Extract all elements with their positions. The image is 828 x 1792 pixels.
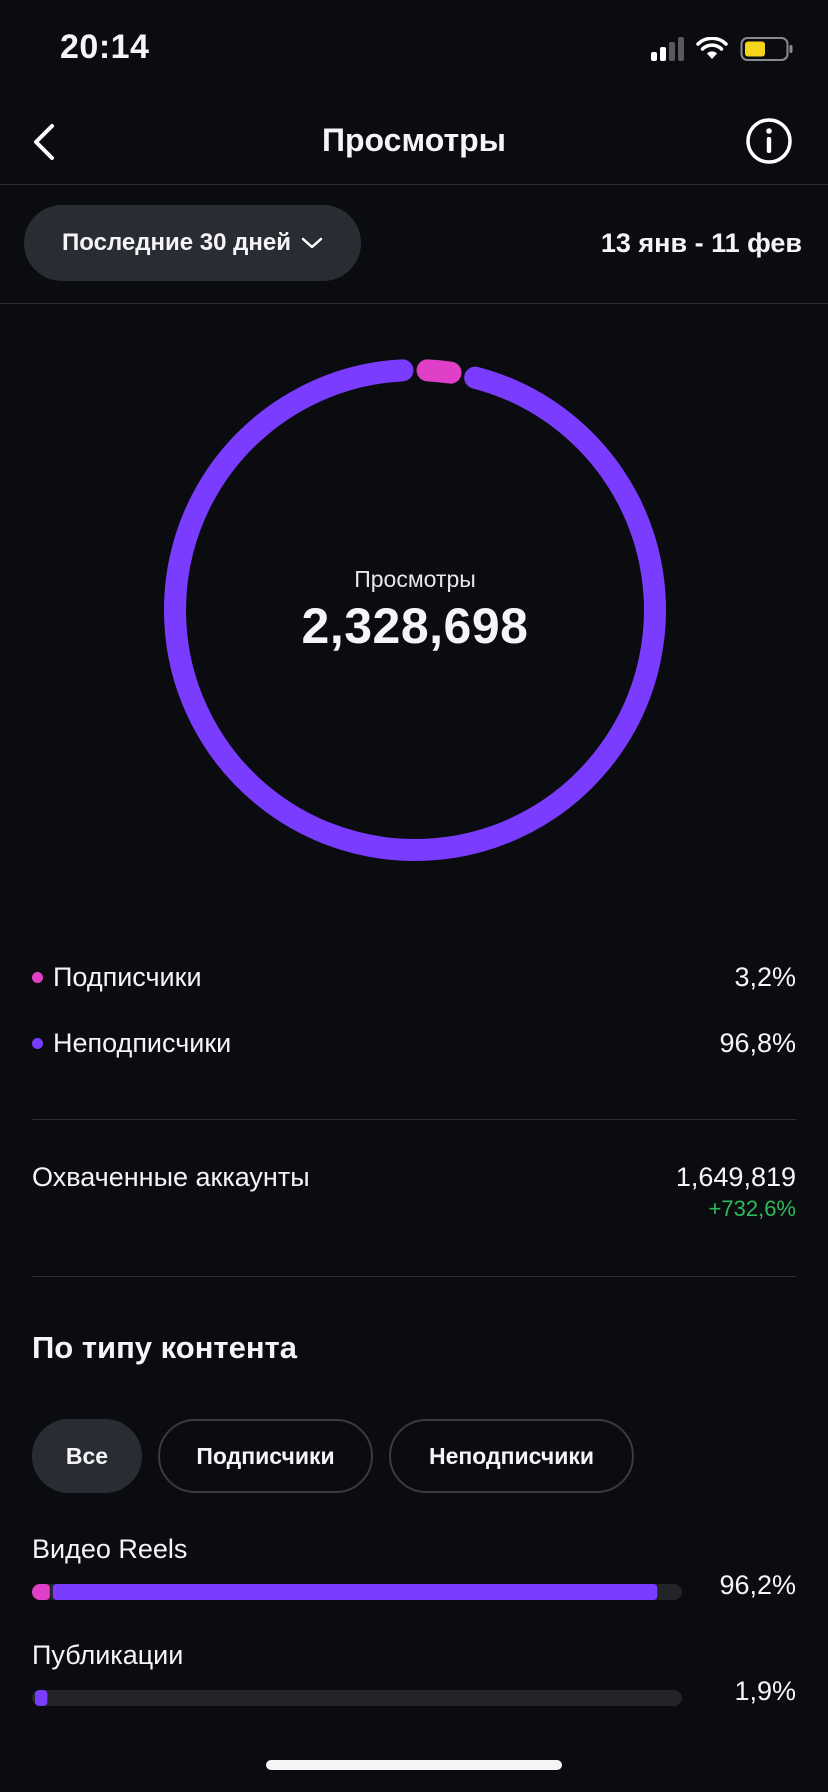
legend-label: Неподписчики	[53, 1027, 232, 1058]
chip-all[interactable]: Все	[32, 1419, 142, 1493]
content-type-value: 96,2%	[719, 1570, 796, 1600]
legend-dot-non-followers	[32, 1037, 43, 1049]
content-type-label: Видео Reels	[32, 1534, 188, 1564]
content-type-item-posts[interactable]: Публикации 1,9%	[32, 1640, 796, 1706]
cellular-signal-icon	[651, 37, 684, 61]
chevron-down-icon	[301, 237, 323, 249]
status-time: 20:14	[60, 28, 150, 66]
status-icons	[651, 36, 794, 62]
bar-segment-non-followers	[35, 1690, 48, 1706]
battery-icon	[740, 37, 793, 61]
content-type-bar	[32, 1690, 682, 1706]
legend-value: 3,2%	[734, 961, 796, 992]
chip-non-followers[interactable]: Неподписчики	[389, 1419, 634, 1493]
period-dropdown[interactable]: Последние 30 дней	[24, 205, 361, 281]
legend-label: Подписчики	[53, 961, 202, 992]
nav-bar: Просмотры	[0, 100, 828, 185]
legend-dot-followers	[32, 971, 43, 983]
legend-item-followers: Подписчики 3,2%	[32, 957, 796, 997]
content-type-label: Публикации	[32, 1640, 184, 1670]
section-title-content-type: По типу контента	[32, 1330, 297, 1365]
content-type-value: 1,9%	[734, 1676, 796, 1706]
donut-label: Просмотры	[354, 565, 476, 592]
chip-followers[interactable]: Подписчики	[158, 1419, 373, 1493]
bar-segment-followers	[32, 1584, 50, 1600]
status-bar: 20:14	[0, 0, 828, 100]
divider	[32, 1119, 796, 1120]
period-dropdown-label: Последние 30 дней	[62, 229, 291, 256]
divider	[32, 1276, 796, 1277]
views-donut-chart: Просмотры 2,328,698	[160, 355, 670, 865]
bar-segment-non-followers	[52, 1584, 658, 1600]
content-filter-chips: Все Подписчики Неподписчики	[32, 1419, 634, 1493]
reached-accounts-value: 1,649,819	[675, 1162, 796, 1192]
filter-row: Последние 30 дней 13 янв - 11 фев	[0, 185, 828, 304]
content-type-bar	[32, 1584, 682, 1600]
content-type-item-reels[interactable]: Видео Reels 96,2%	[32, 1534, 796, 1600]
home-indicator	[266, 1760, 562, 1770]
date-range: 13 янв - 11 фев	[600, 228, 802, 258]
legend-item-non-followers: Неподписчики 96,8%	[32, 1023, 796, 1063]
page-title: Просмотры	[321, 122, 506, 158]
donut-center: Просмотры 2,328,698	[160, 355, 670, 865]
wifi-icon	[696, 37, 728, 59]
legend-value: 96,8%	[719, 1027, 796, 1058]
views-total: 2,328,698	[301, 597, 529, 654]
info-icon[interactable]	[744, 116, 794, 166]
reached-accounts-change: +732,6%	[708, 1196, 796, 1221]
reached-accounts-label: Охваченные аккаунты	[32, 1162, 310, 1192]
